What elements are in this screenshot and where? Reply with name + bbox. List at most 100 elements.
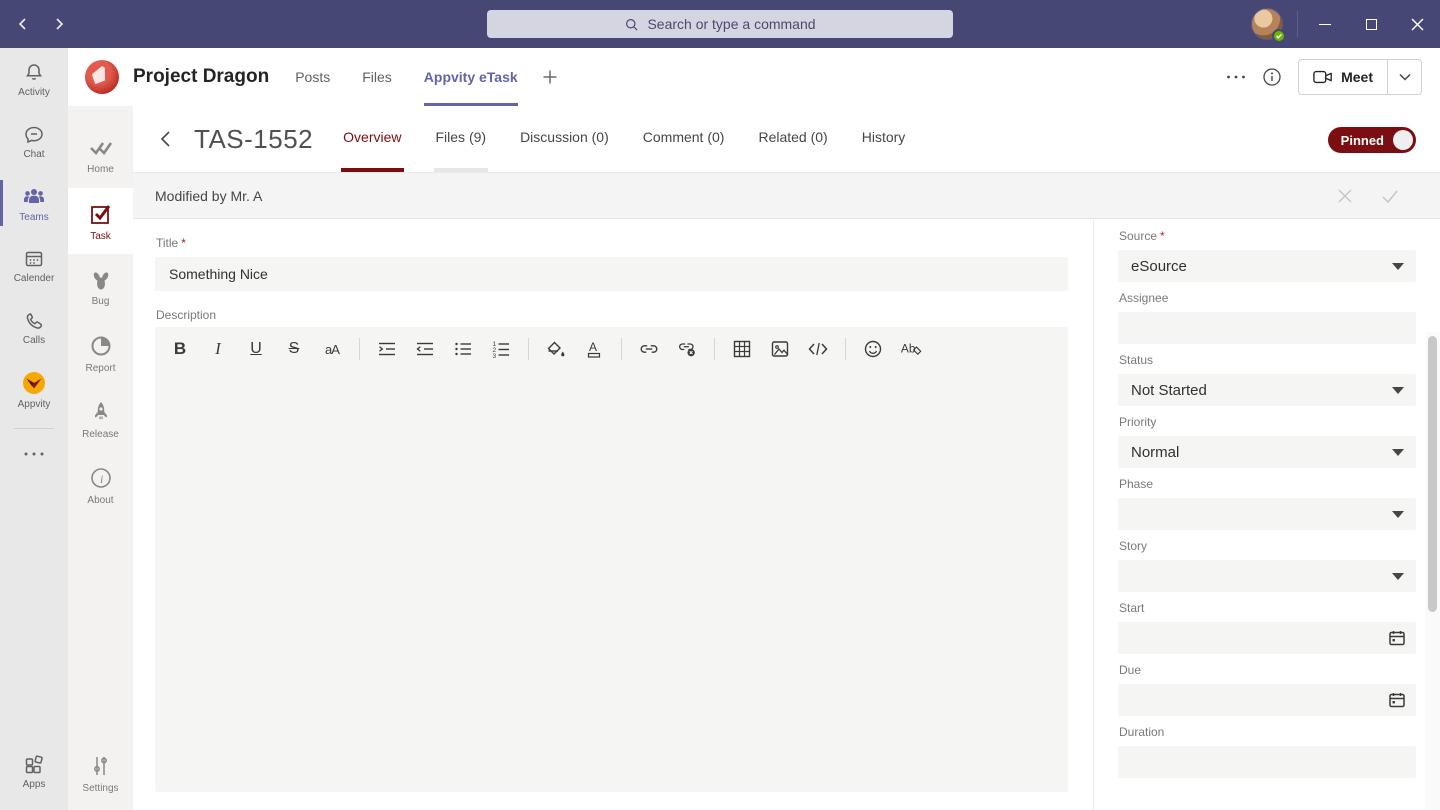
bullet-list-icon[interactable] [452, 337, 474, 361]
meet-split-button: Meet [1298, 59, 1422, 95]
title-label: Title* [156, 236, 1068, 250]
discard-changes-button[interactable] [1336, 187, 1354, 205]
strikethrough-icon[interactable]: S [283, 337, 305, 361]
tab-appvity-etask[interactable]: Appvity eTask [424, 48, 518, 106]
pinned-toggle[interactable]: Pinned [1328, 127, 1416, 153]
insert-image-icon[interactable] [769, 337, 791, 361]
duration-input[interactable] [1118, 746, 1416, 778]
sidebar-item-label: Activity [18, 88, 50, 98]
tab-comment[interactable]: Comment (0) [641, 120, 727, 172]
story-dropdown[interactable] [1118, 560, 1416, 592]
scrollbar-thumb[interactable] [1428, 336, 1437, 612]
close-icon [1411, 18, 1424, 31]
add-tab-button[interactable] [542, 69, 558, 85]
minimize-button[interactable] [1302, 0, 1348, 48]
etask-item-settings[interactable]: Settings [68, 740, 133, 806]
clear-format-icon[interactable]: Ab [900, 337, 922, 361]
dropdown-caret-icon [1392, 263, 1404, 270]
sidebar-item-teams[interactable]: Teams [0, 172, 68, 234]
etask-item-label: Home [87, 164, 114, 175]
status-dropdown[interactable]: Not Started [1118, 374, 1416, 406]
etask-item-task[interactable]: Task [68, 188, 133, 254]
calendar-picker-icon[interactable] [1388, 629, 1406, 647]
sidebar-item-label: Calender [14, 274, 55, 284]
etask-item-home[interactable]: Home [68, 122, 133, 188]
work-area: Title* Description B I U S aA [133, 219, 1440, 810]
teams-people-icon [21, 184, 47, 210]
back-button[interactable] [158, 129, 174, 149]
due-date-input[interactable] [1118, 684, 1416, 716]
tab-discussion[interactable]: Discussion (0) [518, 120, 611, 172]
scrollbar-track[interactable] [1425, 332, 1440, 810]
assignee-input[interactable] [1118, 312, 1416, 344]
sidebar-item-apps[interactable]: Apps [0, 740, 68, 802]
tab-related[interactable]: Related (0) [756, 120, 829, 172]
toolbar-divider [845, 338, 846, 360]
bug-icon [88, 268, 114, 292]
search-input[interactable]: Search or type a command [487, 10, 953, 38]
field-due: Due [1118, 663, 1425, 716]
indent-icon[interactable] [376, 337, 398, 361]
sidebar-item-appvity[interactable]: Appvity [0, 358, 68, 420]
insert-table-icon[interactable] [731, 337, 753, 361]
numbered-list-icon[interactable]: 123 [490, 337, 512, 361]
sidebar-item-activity[interactable]: Activity [0, 48, 68, 110]
sidebar-item-chat[interactable]: Chat [0, 110, 68, 172]
maximize-icon [1366, 19, 1377, 30]
info-icon[interactable] [1262, 67, 1282, 87]
maximize-button[interactable] [1348, 0, 1394, 48]
close-button[interactable] [1394, 0, 1440, 48]
task-form: Title* Description B I U S aA [155, 219, 1068, 792]
code-block-icon[interactable] [807, 337, 829, 361]
avatar[interactable] [1251, 8, 1283, 40]
description-input[interactable] [155, 367, 1068, 747]
outdent-icon[interactable] [414, 337, 436, 361]
tab-history[interactable]: History [860, 120, 908, 172]
tab-files[interactable]: Files [362, 48, 392, 106]
priority-dropdown[interactable]: Normal [1118, 436, 1416, 468]
back-nav-icon[interactable] [10, 11, 36, 37]
sidebar-item-calendar[interactable]: Calender [0, 234, 68, 296]
etask-item-release[interactable]: Release [68, 386, 133, 452]
more-apps-icon[interactable] [0, 437, 68, 471]
etask-item-about[interactable]: i About [68, 452, 133, 518]
details-panel: Source* eSource Assignee Status Not S [1093, 219, 1425, 810]
italic-icon[interactable]: I [207, 337, 229, 361]
bold-icon[interactable]: B [169, 337, 191, 361]
toolbar-divider [714, 338, 715, 360]
emoji-icon[interactable] [862, 337, 884, 361]
tab-overview[interactable]: Overview [341, 120, 403, 172]
phase-dropdown[interactable] [1118, 498, 1416, 530]
forward-nav-icon[interactable] [46, 11, 72, 37]
start-date-input[interactable] [1118, 622, 1416, 654]
sidebar-item-label: Chat [23, 150, 44, 160]
more-options-icon[interactable] [1226, 74, 1246, 80]
underline-icon[interactable]: U [245, 337, 267, 361]
titlebar: Search or type a command [0, 0, 1440, 48]
team-header: Project Dragon Posts Files Appvity eTask… [68, 48, 1440, 106]
meet-button[interactable]: Meet [1299, 60, 1387, 94]
etask-item-label: Settings [82, 783, 118, 794]
etask-item-bug[interactable]: Bug [68, 254, 133, 320]
font-color-icon[interactable]: A [583, 337, 605, 361]
pinned-label: Pinned [1341, 133, 1384, 148]
etask-item-report[interactable]: Report [68, 320, 133, 386]
save-changes-button[interactable] [1380, 187, 1400, 205]
tab-posts[interactable]: Posts [295, 48, 330, 106]
rocket-icon [88, 399, 114, 425]
calendar-picker-icon[interactable] [1388, 691, 1406, 709]
meet-options-button[interactable] [1387, 60, 1421, 94]
highlight-color-icon[interactable] [545, 337, 567, 361]
remove-link-icon[interactable] [676, 337, 698, 361]
insert-link-icon[interactable] [638, 337, 660, 361]
font-size-icon[interactable]: aA [321, 337, 343, 361]
tab-task-files[interactable]: Files (9) [434, 120, 489, 172]
source-dropdown[interactable]: eSource [1118, 250, 1416, 282]
meet-label: Meet [1341, 69, 1373, 85]
sidebar-item-calls[interactable]: Calls [0, 296, 68, 358]
status-bar: Modified by Mr. A [133, 172, 1440, 219]
required-marker: * [1160, 229, 1165, 243]
team-name: Project Dragon [133, 66, 269, 88]
sidebar-item-label: Teams [19, 213, 48, 223]
title-input[interactable] [155, 257, 1068, 291]
